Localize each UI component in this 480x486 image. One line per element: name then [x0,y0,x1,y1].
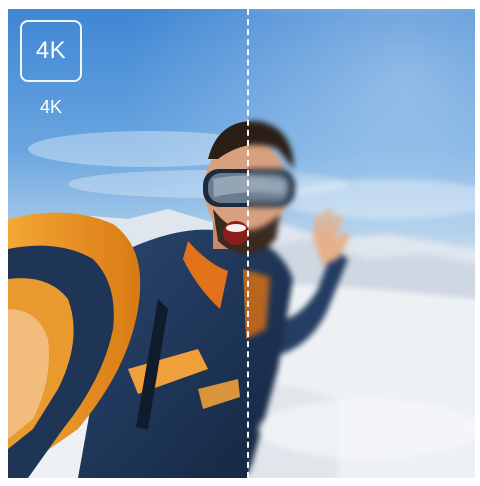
low-resolution-half [248,9,475,478]
image-comparison: 4K 4K [8,9,475,478]
comparison-divider[interactable] [247,9,249,478]
badge-label: 4K [35,37,67,64]
resolution-caption: 4K [39,97,63,117]
4k-resolution-icon: 4K [20,20,82,82]
